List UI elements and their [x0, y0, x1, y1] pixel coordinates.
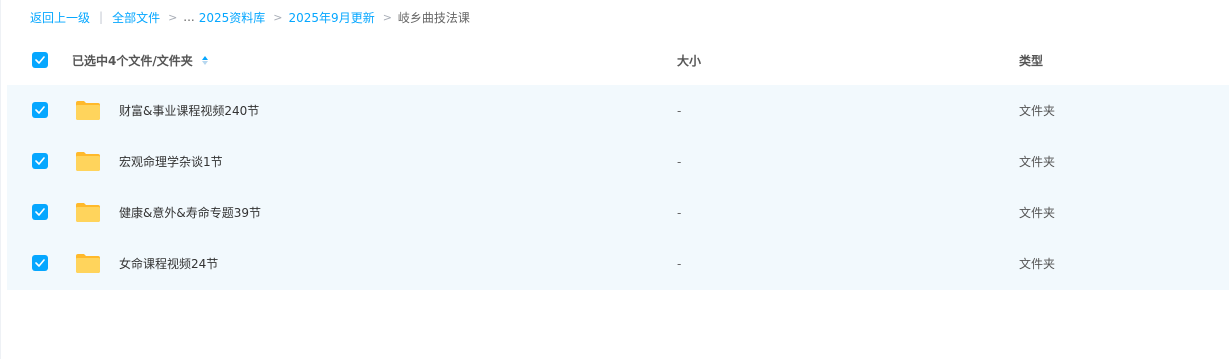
file-type: 文件夹 — [1019, 257, 1056, 271]
folder-icon — [76, 254, 100, 273]
breadcrumb-level-2[interactable]: 2025年9月更新 — [289, 9, 375, 26]
file-size: - — [677, 256, 682, 271]
check-icon — [35, 157, 45, 165]
file-size: - — [677, 103, 682, 118]
selection-count-label: 已选中4个文件/文件夹 — [72, 53, 193, 68]
file-name[interactable]: 女命课程视频24节 — [119, 238, 218, 289]
check-icon — [35, 56, 45, 64]
breadcrumb-ellipsis[interactable]: ... — [183, 10, 194, 24]
breadcrumb-back-link[interactable]: 返回上一级 — [30, 9, 90, 26]
table-row[interactable]: 健康&意外&寿命专题39节 - 文件夹 — [7, 187, 1229, 238]
file-type: 文件夹 — [1019, 104, 1056, 118]
table-row[interactable]: 财富&事业课程视频240节 - 文件夹 — [7, 85, 1229, 136]
breadcrumb-divider: | — [99, 10, 104, 24]
column-header-type[interactable]: 类型 — [1019, 36, 1043, 84]
check-icon — [35, 259, 45, 267]
file-size: - — [677, 205, 682, 220]
breadcrumb-level-1[interactable]: 2025资料库 — [199, 9, 266, 26]
file-name[interactable]: 财富&事业课程视频240节 — [119, 85, 259, 136]
column-header-size[interactable]: 大小 — [677, 36, 701, 84]
chevron-right-icon: > — [273, 10, 283, 24]
table-row[interactable]: 女命课程视频24节 - 文件夹 — [7, 238, 1229, 289]
file-type: 文件夹 — [1019, 206, 1056, 220]
row-checkbox[interactable] — [32, 102, 48, 118]
check-icon — [35, 208, 45, 216]
table-header: 已选中4个文件/文件夹 大小 类型 — [1, 36, 1229, 84]
row-checkbox[interactable] — [32, 255, 48, 271]
file-browser: 返回上一级 | 全部文件 > ... 2025资料库 > 2025年9月更新 >… — [0, 0, 1229, 359]
file-list: 财富&事业课程视频240节 - 文件夹 宏观命理学杂谈1节 - 文件夹 健康&意… — [7, 85, 1229, 290]
folder-icon — [76, 203, 100, 222]
check-icon — [35, 106, 45, 114]
file-type: 文件夹 — [1019, 155, 1056, 169]
folder-icon — [76, 101, 100, 120]
select-all-checkbox[interactable] — [32, 52, 48, 68]
breadcrumb-current: 岐乡曲技法课 — [397, 10, 470, 25]
column-header-name[interactable]: 已选中4个文件/文件夹 — [72, 36, 208, 84]
file-name[interactable]: 健康&意外&寿命专题39节 — [119, 187, 261, 238]
chevron-right-icon: > — [168, 10, 178, 24]
row-checkbox[interactable] — [32, 153, 48, 169]
breadcrumb: 返回上一级 | 全部文件 > ... 2025资料库 > 2025年9月更新 >… — [30, 8, 470, 26]
chevron-right-icon: > — [382, 10, 392, 24]
row-checkbox[interactable] — [32, 204, 48, 220]
file-name[interactable]: 宏观命理学杂谈1节 — [119, 136, 223, 187]
folder-icon — [76, 152, 100, 171]
table-row[interactable]: 宏观命理学杂谈1节 - 文件夹 — [7, 136, 1229, 187]
file-size: - — [677, 154, 682, 169]
sort-icon[interactable] — [201, 55, 208, 65]
breadcrumb-all-files[interactable]: 全部文件 — [112, 9, 160, 26]
